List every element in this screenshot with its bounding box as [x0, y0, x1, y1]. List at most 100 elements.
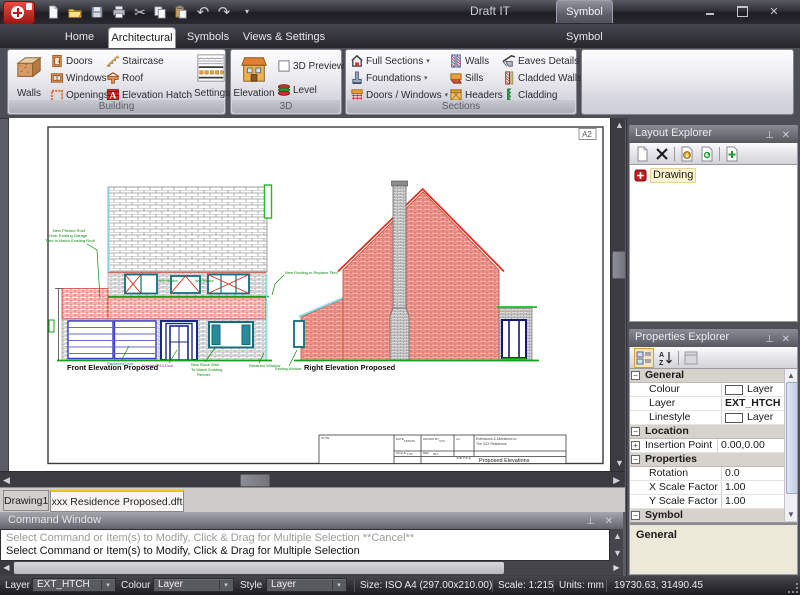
layout-list: Drawing — [629, 165, 798, 322]
document-tabs: Drawing1 xxx Residence Proposed.dft — [0, 487, 625, 512]
layout-item-drawing[interactable]: Drawing — [634, 168, 797, 183]
minimize-button[interactable] — [698, 4, 722, 19]
checkbox-icon — [277, 59, 291, 73]
command-window-hscrollbar[interactable]: ◀ ▶ — [0, 561, 623, 575]
drawing-canvas[interactable]: A2 New Window New Window — [8, 118, 610, 471]
command-window: Command Window ⊥ ✕ Select Command or Ite… — [0, 512, 623, 576]
eaves-details-button[interactable]: Eaves Details — [502, 53, 579, 69]
full-sections-button[interactable]: Full Sections▾ — [350, 53, 430, 69]
import-layout-icon[interactable] — [679, 146, 695, 162]
pin-icon[interactable]: ⊥ — [765, 331, 774, 348]
undo-button[interactable]: ↶ — [194, 3, 212, 21]
command-window-body[interactable]: Select Command or Item(s) to Modify, Cli… — [0, 529, 610, 561]
tab-residence-proposed[interactable]: xxx Residence Proposed.dft — [50, 490, 184, 512]
category-row[interactable]: −General — [630, 369, 797, 383]
elevation-icon — [239, 54, 269, 84]
tab-symbol-contextual[interactable]: Symbol — [566, 31, 603, 43]
ribbon-group-empty — [581, 49, 794, 115]
foundations-button[interactable]: Foundations▾ — [350, 70, 428, 86]
walls-button[interactable]: Walls — [10, 52, 48, 100]
category-row[interactable]: −Location — [630, 425, 797, 439]
new-layout-icon[interactable] — [634, 146, 650, 162]
svg-text:REF: REF — [423, 451, 429, 455]
colour-label: Colour — [121, 580, 150, 591]
settings-icon — [197, 54, 225, 82]
tab-symbols[interactable]: Symbols — [180, 27, 236, 48]
tab-views-settings[interactable]: Views & Settings — [240, 27, 328, 48]
style-combo[interactable]: Layer▾ — [266, 578, 347, 592]
command-line-current: Select Command or Item(s) to Modify, Cli… — [1, 544, 609, 557]
tab-home[interactable]: Home — [52, 27, 107, 48]
canvas-vertical-scrollbar[interactable]: ▲ ▼ — [610, 118, 625, 471]
redo-button[interactable]: ↷ — [215, 3, 233, 21]
pin-icon[interactable]: ⊥ — [586, 514, 595, 530]
categorized-view-button[interactable] — [634, 348, 654, 368]
print-button[interactable] — [110, 3, 128, 21]
categorized-icon — [636, 350, 652, 366]
qat-customize-caret[interactable]: ▾ — [238, 3, 256, 21]
windows-button[interactable]: Windows — [50, 70, 107, 86]
refresh-layout-icon[interactable] — [699, 146, 715, 162]
category-row[interactable]: −Properties — [630, 453, 797, 467]
delete-layout-icon[interactable] — [654, 146, 670, 162]
tab-architectural[interactable]: Architectural — [108, 27, 176, 48]
properties-explorer-close-icon[interactable]: ✕ — [782, 331, 790, 348]
category-row[interactable]: −Symbol — [630, 509, 797, 523]
tab-drawing1[interactable]: Drawing1 — [3, 490, 49, 511]
resize-grip[interactable] — [788, 583, 798, 593]
3d-preview-checkbox[interactable]: 3D Preview — [277, 58, 344, 74]
layer-combo[interactable]: EXT_HTCH▾ — [32, 578, 116, 592]
settings-button[interactable]: Settings — [198, 52, 224, 100]
paste-button[interactable] — [172, 3, 190, 21]
svg-text:Proposed Elevations: Proposed Elevations — [479, 458, 530, 464]
property-row[interactable]: Y Scale Factor1.00 — [630, 495, 797, 509]
add-layout-icon[interactable] — [724, 146, 740, 162]
property-row[interactable]: X Scale Factor1.00 — [630, 481, 797, 495]
new-file-button[interactable] — [44, 3, 62, 21]
layout-explorer-close-icon[interactable]: ✕ — [782, 127, 790, 144]
save-button[interactable] — [88, 3, 106, 21]
front-window — [209, 322, 253, 348]
open-file-button[interactable] — [66, 3, 84, 21]
drawing-icon — [634, 169, 647, 182]
property-row[interactable]: ColourLayer — [630, 383, 797, 397]
doors-button[interactable]: Doors — [50, 53, 93, 69]
copy-button[interactable] — [151, 3, 169, 21]
draft-it-window: ✂ ↶ ↷ ▾ Draft IT Symbol ✕ Home Architect… — [0, 0, 800, 595]
property-pages-icon[interactable] — [683, 350, 699, 366]
property-row[interactable]: Rotation0.0 — [630, 467, 797, 481]
cladded-walls-button[interactable]: Cladded Walls — [502, 70, 582, 86]
layout-explorer-toolbar — [629, 143, 798, 165]
foundations-icon — [350, 71, 364, 85]
staircase-button[interactable]: Staircase — [106, 53, 164, 69]
group-label-3d: 3D — [232, 100, 340, 113]
roof-button[interactable]: Roof — [106, 70, 143, 86]
maximize-button[interactable] — [730, 4, 754, 19]
app-menu-button[interactable] — [3, 1, 35, 25]
cut-button[interactable]: ✂ — [131, 3, 149, 21]
property-row[interactable]: LayerEXT_HTCH — [630, 397, 797, 411]
svg-text:001: 001 — [433, 452, 438, 456]
elevation-button[interactable]: Elevation — [233, 52, 275, 100]
property-row[interactable]: LinestyleLayer — [630, 411, 797, 425]
pin-icon[interactable]: ⊥ — [765, 127, 774, 144]
sheet-size-label: A2 — [582, 130, 592, 139]
command-window-vscrollbar[interactable]: ▲ ▼ — [610, 529, 623, 561]
sort-az-icon[interactable]: AZ — [658, 350, 674, 366]
linestyle-swatch — [725, 413, 743, 423]
staircase-icon — [106, 54, 120, 68]
sills-button[interactable]: Sills — [449, 70, 483, 86]
properties-scrollbar[interactable]: ▲ ▼ — [784, 369, 797, 521]
svg-text:1999.99: 1999.99 — [404, 439, 415, 443]
svg-text:DRAWN BY: DRAWN BY — [423, 437, 439, 441]
close-button[interactable]: ✕ — [762, 4, 786, 19]
level-button[interactable]: Level — [277, 82, 317, 98]
colour-combo[interactable]: Layer▾ — [153, 578, 234, 592]
command-window-close-icon[interactable]: ✕ — [605, 514, 613, 530]
walls-sections-button[interactable]: Walls — [449, 53, 489, 69]
properties-explorer-panel: Properties Explorer ⊥ ✕ AZ −General Colo… — [629, 329, 798, 575]
svg-text:New Window: New Window — [195, 279, 214, 283]
svg-text:DATE: DATE — [396, 437, 404, 441]
property-row[interactable]: +Insertion Point0.00,0.00 — [630, 439, 797, 453]
canvas-horizontal-scrollbar[interactable]: ◀ ▶ — [0, 471, 625, 487]
